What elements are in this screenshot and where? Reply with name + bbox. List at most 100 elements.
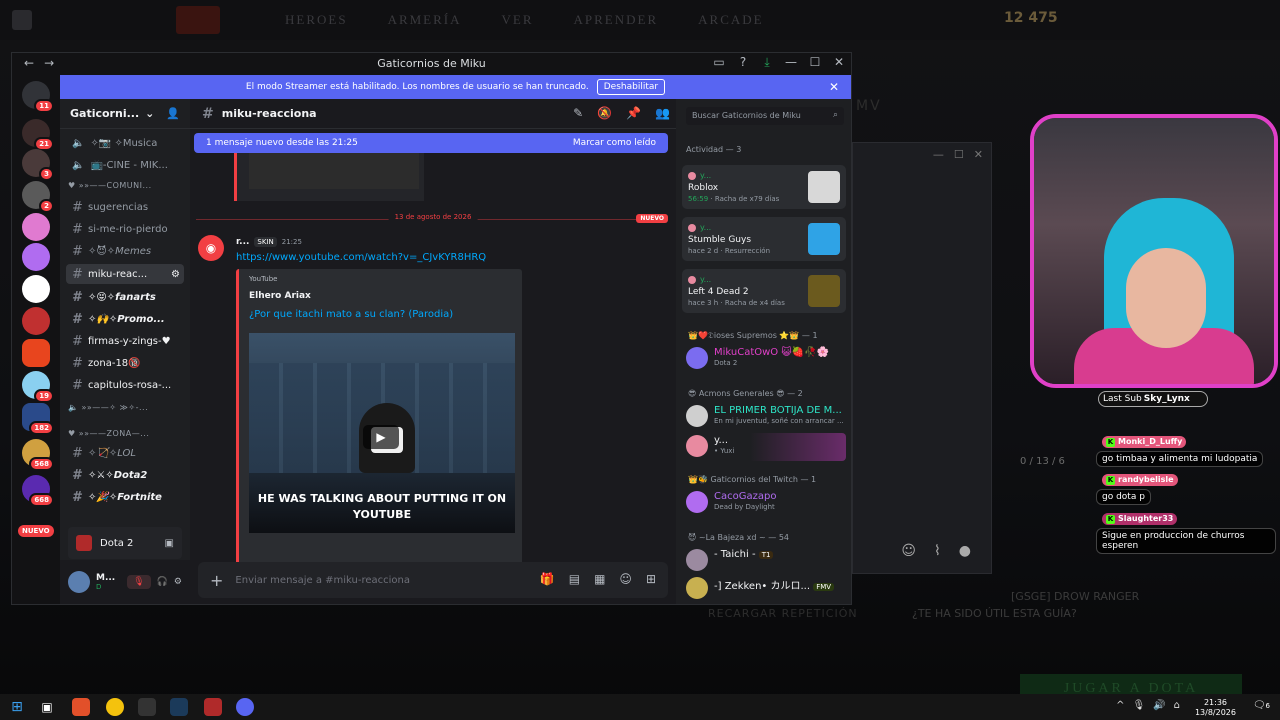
text-channel[interactable]: # ✧🏹✧LOL	[66, 443, 184, 463]
text-channel[interactable]: # ✧😈✧Memes	[66, 241, 184, 261]
gift-icon[interactable]: 🎁	[540, 572, 555, 586]
discord-home-icon[interactable]: 11	[22, 81, 54, 113]
sticker-icon[interactable]: ▦	[594, 572, 605, 586]
avatar[interactable]: ◉	[198, 235, 224, 261]
text-channel[interactable]: # zona-18🔞	[66, 353, 184, 373]
disable-streamer-button[interactable]: Deshabilitar	[596, 79, 666, 95]
search-input[interactable]: Buscar Gaticornios de Miku ⌕	[686, 107, 844, 125]
maximize-icon[interactable]: ☐	[807, 55, 823, 70]
text-channel[interactable]: # capitulos-rosa-...	[66, 375, 184, 395]
discord-icon[interactable]	[236, 698, 254, 716]
steam-icon[interactable]	[12, 10, 32, 30]
server-icon[interactable]: 21	[22, 119, 54, 151]
member-list-icon[interactable]: 👥	[655, 106, 670, 120]
message-link[interactable]: https://www.youtube.com/watch?v=_CJvKYR8…	[236, 252, 486, 263]
server-tag[interactable]: FMV	[813, 583, 835, 591]
member-row[interactable]: - Taichi - T1	[686, 547, 846, 575]
server-icon[interactable]: 2	[22, 181, 54, 213]
screen-share-icon[interactable]: ▣	[165, 538, 182, 549]
download-icon[interactable]: ⤓	[759, 55, 775, 70]
activity-card[interactable]: y... Roblox 56:59 · Racha de x79 días	[682, 165, 846, 209]
close-icon[interactable]: ✕	[831, 55, 847, 70]
video-thumbnail[interactable]: ▶ HE WAS TALKING ABOUT PUTTING IT ON YOU…	[249, 333, 515, 533]
text-channel[interactable]: # firmas-y-zings-♥	[66, 331, 184, 351]
game-tab[interactable]: APRENDER	[574, 12, 659, 28]
game-tab[interactable]: ARCADE	[698, 12, 763, 28]
server-icon[interactable]: 668	[22, 475, 54, 507]
notifications-muted-icon[interactable]: 🔕	[597, 106, 612, 120]
gear-icon[interactable]: ⚙	[171, 269, 184, 280]
text-channel[interactable]: # ✧😝✧fanarts	[66, 287, 184, 307]
message-composer[interactable]: + Enviar mensaje a #miku-reacciona 🎁 ▤ ▦…	[198, 562, 668, 598]
add-attachment-icon[interactable]: +	[210, 571, 223, 590]
server-icon[interactable]	[22, 213, 50, 241]
server-icon[interactable]: 19	[22, 371, 54, 403]
attach-icon[interactable]: ⌇	[934, 543, 941, 559]
text-channel[interactable]: # sugerencias	[66, 197, 184, 217]
mic-icon[interactable]: 🎙	[1132, 700, 1145, 711]
new-messages-bar[interactable]: 1 mensaje nuevo desde las 21:25 Marcar c…	[194, 133, 668, 153]
server-folder-icon[interactable]: 182	[22, 403, 54, 435]
network-icon[interactable]: ⌂	[1174, 700, 1180, 711]
add-member-icon[interactable]: 👤	[166, 107, 180, 120]
server-tag[interactable]: T1	[758, 551, 774, 559]
mark-read-button[interactable]: Marcar como leído	[573, 138, 656, 148]
member-row[interactable]: y... • Yuxi	[686, 433, 846, 461]
emoji-icon[interactable]: ☺	[901, 543, 916, 559]
gif-icon[interactable]: ▤	[569, 572, 580, 586]
close-icon[interactable]: ✕	[974, 148, 983, 161]
play-icon[interactable]: ▶	[363, 425, 399, 449]
maximize-icon[interactable]: ☐	[954, 148, 964, 161]
embed-author[interactable]: Elhero Ariax	[249, 291, 311, 301]
apps-icon[interactable]: ⊞	[646, 572, 656, 586]
text-channel[interactable]: # ✧🎉✧Fortnite	[66, 487, 184, 507]
avatar[interactable]	[68, 571, 90, 593]
embed-title[interactable]: ¿Por que itachi mato a su clan? (Parodia…	[249, 309, 453, 320]
chevron-up-icon[interactable]: ^	[1116, 700, 1124, 711]
steam-icon[interactable]	[170, 698, 188, 716]
text-channel[interactable]: # ✧🙌✧Promo...	[66, 309, 184, 329]
help-icon[interactable]: ?	[735, 55, 751, 70]
message-author[interactable]: r...	[236, 237, 249, 247]
inbox-icon[interactable]: ▭	[711, 55, 727, 70]
volume-icon[interactable]: 🔊	[1153, 700, 1165, 711]
close-icon[interactable]: ✕	[829, 80, 839, 94]
server-icon[interactable]: 3	[22, 149, 54, 181]
settings-gear-icon[interactable]: ⚙	[174, 577, 182, 587]
user-info[interactable]: M... D	[96, 573, 115, 591]
server-icon[interactable]: 568	[22, 439, 54, 471]
member-row[interactable]: EL PRIMER BOTIJA DE M... En mi juventud,…	[686, 403, 846, 431]
notifications-icon[interactable]: 🗨6	[1253, 700, 1270, 711]
text-channel[interactable]: # si-me-rio-pierdo	[66, 219, 184, 239]
category-header[interactable]: ♥ »»——COMUNI...	[68, 181, 184, 190]
minimize-icon[interactable]: —	[783, 55, 799, 70]
embed-image[interactable]	[249, 153, 419, 189]
minimize-icon[interactable]: —	[933, 148, 944, 161]
game-tab[interactable]: ARMERÍA	[388, 12, 462, 28]
recharge-replay-button[interactable]: RECARGAR REPETICIÓN	[708, 607, 858, 620]
emoji-icon[interactable]: ☺	[619, 572, 632, 586]
member-row[interactable]: -] Zekken• カルロ... FMV	[686, 575, 846, 603]
activity-card[interactable]: y... Left 4 Dead 2 hace 3 h · Racha de x…	[682, 269, 846, 313]
activity-card[interactable]: y... Stumble Guys hace 2 d · Resurrecció…	[682, 217, 846, 261]
server-icon[interactable]	[22, 243, 50, 271]
member-row[interactable]: CacoGazapo Dead by Daylight	[686, 489, 846, 517]
server-tag[interactable]: SKIN	[254, 237, 277, 247]
windows-start-icon[interactable]: ⊞	[8, 698, 26, 716]
voice-channel[interactable]: 🔈 📺-CINE - MIK...	[66, 155, 184, 175]
game-tab[interactable]: HEROES	[285, 12, 348, 28]
member-row[interactable]: MikuCatOwO 😺🍓🥀🌸 Dota 2	[686, 345, 846, 373]
new-servers-pill[interactable]: NUEVO	[18, 525, 54, 537]
server-header[interactable]: Gaticorni... ⌄ 👤	[60, 99, 190, 129]
composer-placeholder[interactable]: Enviar mensaje a #miku-reacciona	[235, 575, 410, 586]
threads-icon[interactable]: ✎	[573, 106, 583, 120]
mic-icon[interactable]: ●	[959, 543, 971, 559]
clock[interactable]: 21:36 13/8/2026	[1195, 698, 1236, 718]
server-icon[interactable]	[22, 339, 50, 367]
server-icon[interactable]	[22, 275, 50, 303]
activity-panel[interactable]: Dota 2 ▣	[68, 527, 182, 559]
obs-icon[interactable]	[138, 698, 156, 716]
chrome-icon[interactable]	[106, 698, 124, 716]
game-tab[interactable]: VER	[502, 12, 534, 28]
voice-channel[interactable]: 🔈 ✧📷 ✧Musica	[66, 133, 184, 153]
